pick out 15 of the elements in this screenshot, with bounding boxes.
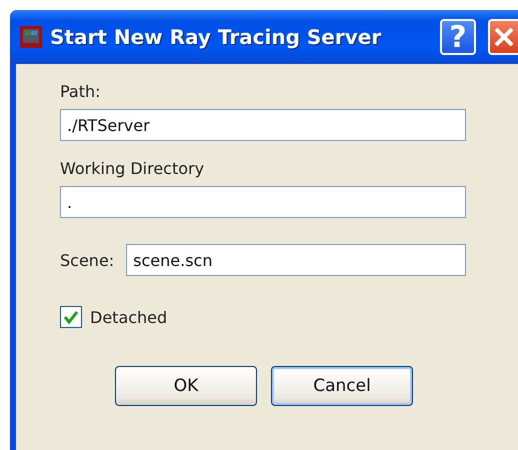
checkbox-label: Detached: [90, 308, 168, 326]
input-field[interactable]: .: [60, 186, 466, 218]
input-field[interactable]: scene.scn: [126, 244, 466, 276]
input-field[interactable]: ./RTServer: [60, 109, 466, 141]
cancel-button[interactable]: Cancel: [271, 366, 413, 406]
field-label: Working Directory: [60, 159, 206, 178]
field-label: Path:: [60, 82, 102, 101]
close-icon: [492, 25, 516, 49]
ok-button[interactable]: OK: [115, 366, 257, 406]
field-label: Scene:: [60, 250, 114, 270]
close-button[interactable]: [488, 19, 518, 55]
app-icon: [20, 26, 42, 48]
window-title: Start New Ray Tracing Server: [50, 25, 382, 49]
help-button[interactable]: ?: [440, 19, 476, 55]
checkbox[interactable]: [60, 306, 82, 328]
